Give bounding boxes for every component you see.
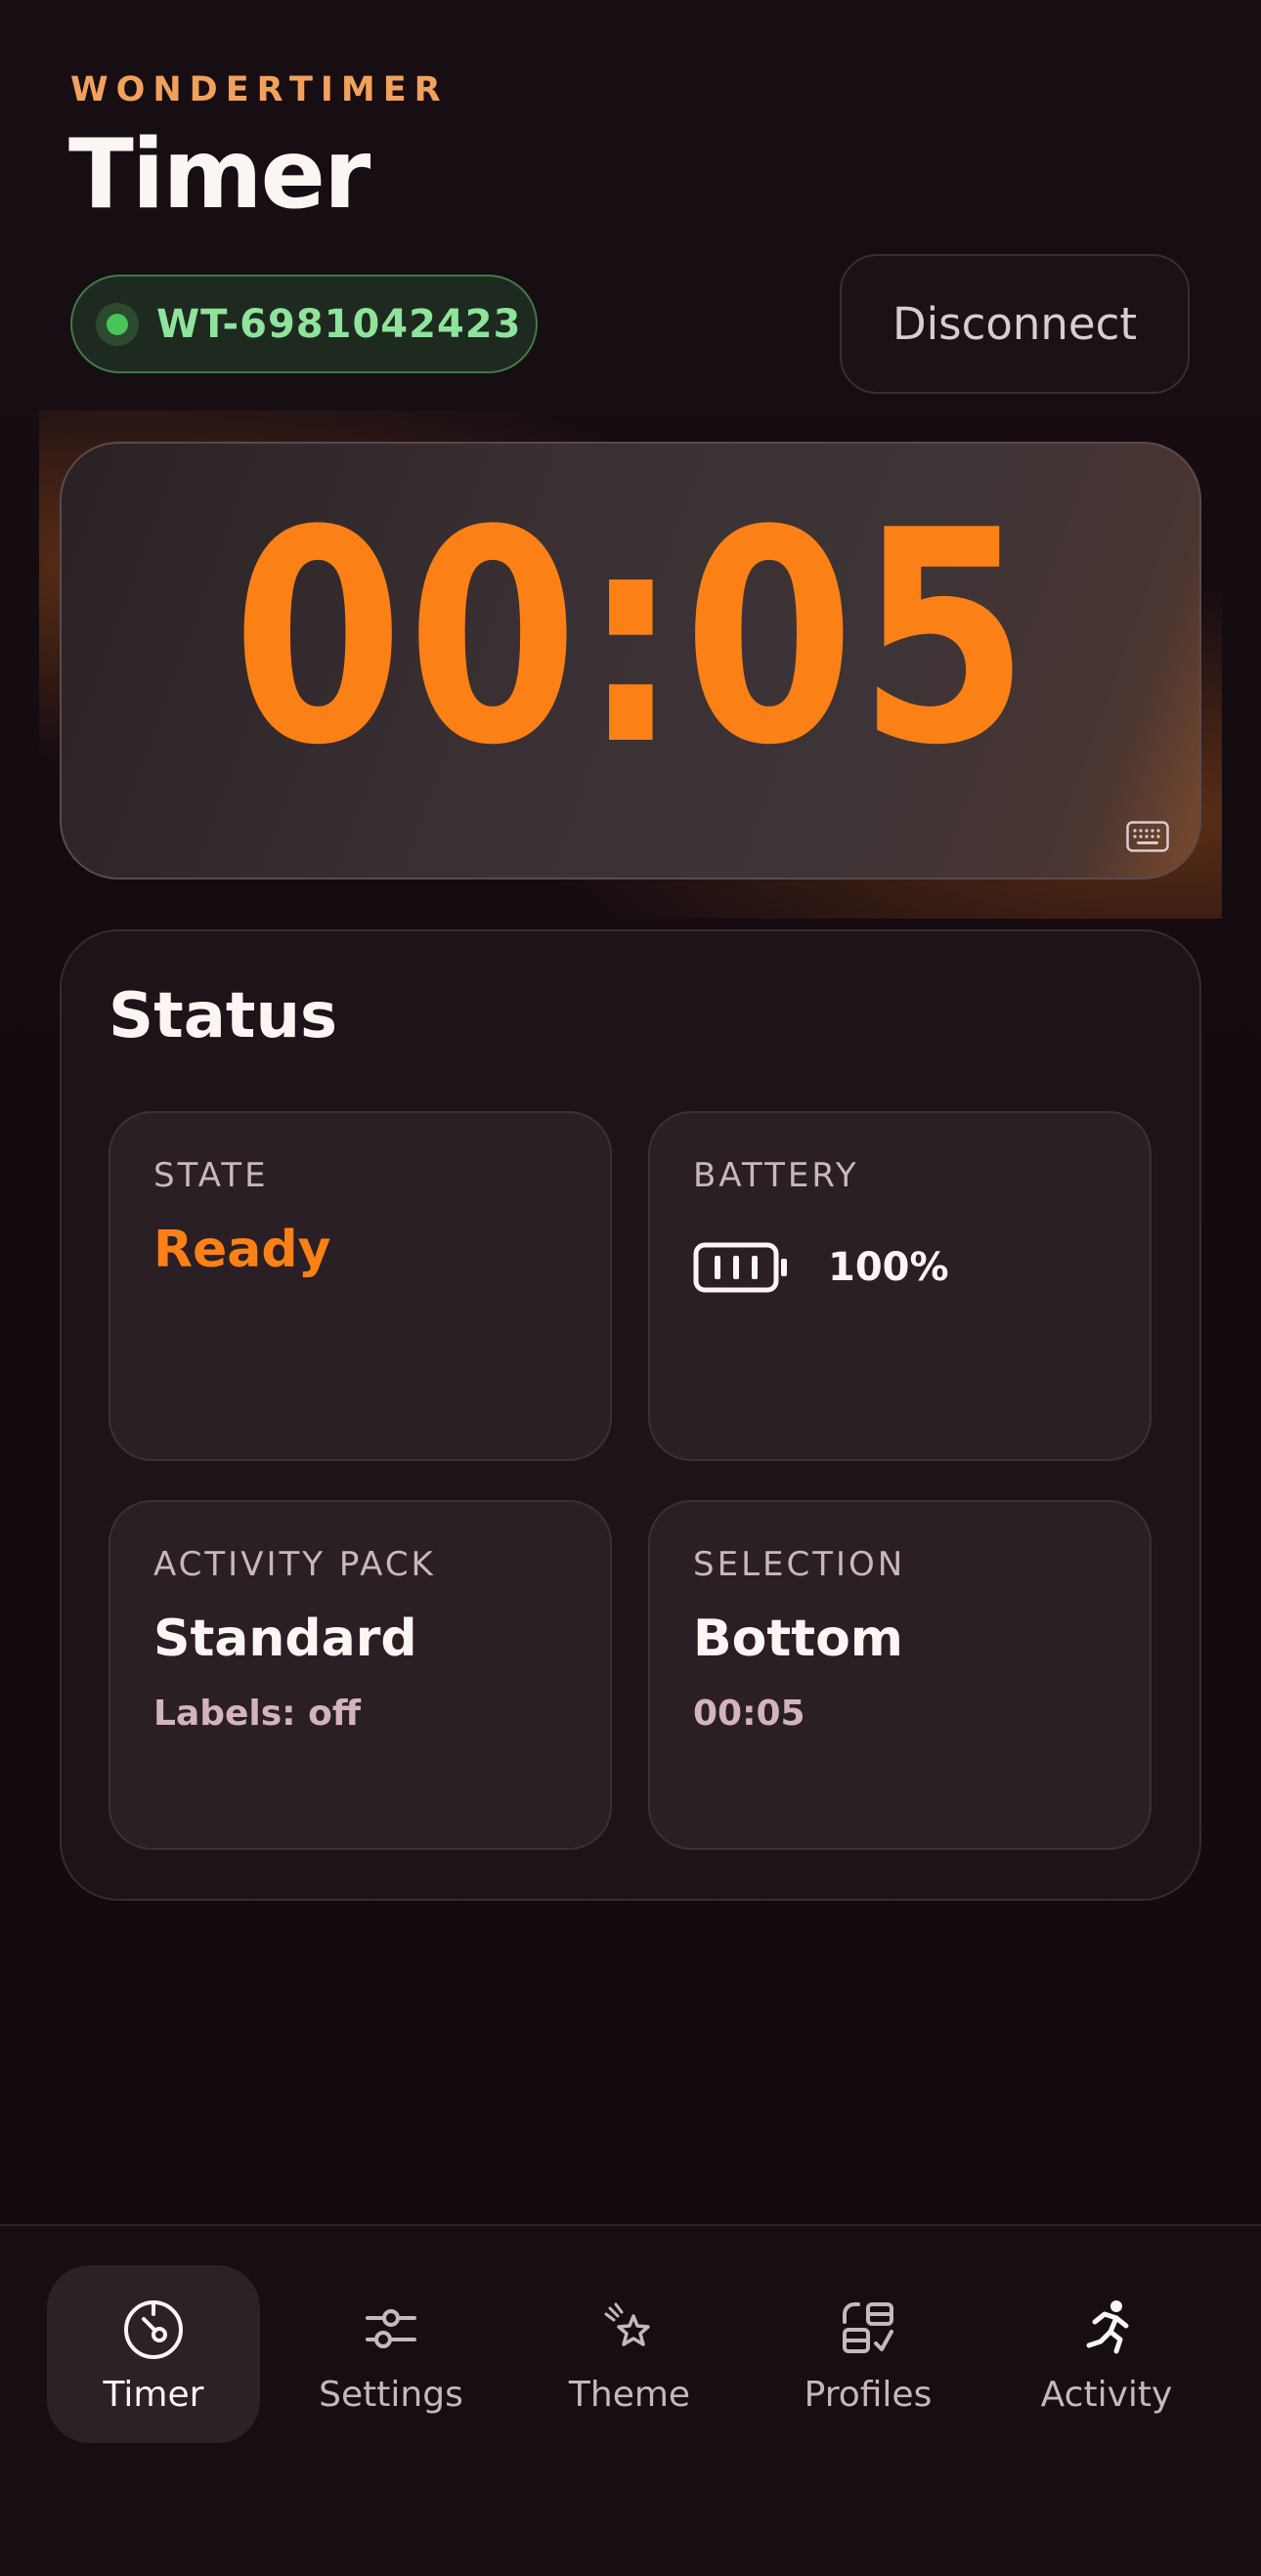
state-label: STATE: [153, 1156, 269, 1195]
nav-label-timer: Timer: [103, 2375, 204, 2415]
activity-pack-value: Standard: [153, 1610, 417, 1668]
sliders-icon: [366, 2309, 416, 2348]
battery-row: 100%: [693, 1240, 949, 1295]
battery-tile: BATTERY 100%: [648, 1111, 1152, 1461]
device-id: WT-6981042423: [156, 301, 522, 347]
header: WONDERTIMER Timer WT-6981042423 Disconne…: [0, 0, 1261, 416]
state-value: Ready: [153, 1221, 331, 1279]
timer-icon: [124, 2300, 183, 2359]
status-title: Status: [109, 980, 338, 1052]
state-tile: STATE Ready: [109, 1111, 612, 1461]
battery-icon: [693, 1242, 787, 1293]
activity-pack-label: ACTIVITY PACK: [153, 1545, 436, 1584]
nav-item-settings[interactable]: Settings: [284, 2265, 498, 2443]
nav-label-activity: Activity: [1040, 2375, 1173, 2415]
battery-label: BATTERY: [693, 1156, 859, 1195]
timer-display-card[interactable]: 00:05: [60, 442, 1201, 880]
disconnect-button[interactable]: Disconnect: [840, 254, 1190, 394]
nav-label-theme: Theme: [568, 2375, 691, 2415]
nav-item-theme[interactable]: Theme: [523, 2265, 736, 2443]
nav-item-activity[interactable]: Activity: [1000, 2265, 1213, 2443]
running-person-icon: [1086, 2300, 1129, 2354]
selection-sub: 00:05: [693, 1694, 805, 1734]
nav-label-settings: Settings: [319, 2375, 463, 2415]
selection-label: SELECTION: [693, 1545, 906, 1584]
keyboard-icon[interactable]: [1126, 821, 1169, 852]
theme-sparkle-icon: [604, 2302, 650, 2346]
selection-value: Bottom: [693, 1610, 903, 1668]
activity-pack-tile: ACTIVITY PACK Standard Labels: off: [109, 1500, 612, 1850]
device-connection-pill[interactable]: WT-6981042423: [70, 275, 538, 373]
activity-pack-sub: Labels: off: [153, 1694, 362, 1734]
nav-item-timer[interactable]: Timer: [47, 2265, 260, 2443]
selection-tile: SELECTION Bottom 00:05: [648, 1500, 1152, 1850]
battery-percentage: 100%: [828, 1245, 949, 1290]
timer-screen: WONDERTIMER Timer WT-6981042423 Disconne…: [0, 0, 1261, 2576]
brand-label: WONDERTIMER: [70, 70, 449, 109]
bottom-nav: Timer Settings Theme Profiles Activity: [0, 2224, 1261, 2576]
timer-digits: 00:05: [232, 468, 1033, 809]
nav-item-profiles[interactable]: Profiles: [761, 2265, 975, 2443]
page-title: Timer: [68, 119, 370, 231]
connection-status-icon: [96, 302, 139, 346]
nav-label-profiles: Profiles: [804, 2375, 933, 2415]
profiles-icon: [843, 2302, 893, 2353]
